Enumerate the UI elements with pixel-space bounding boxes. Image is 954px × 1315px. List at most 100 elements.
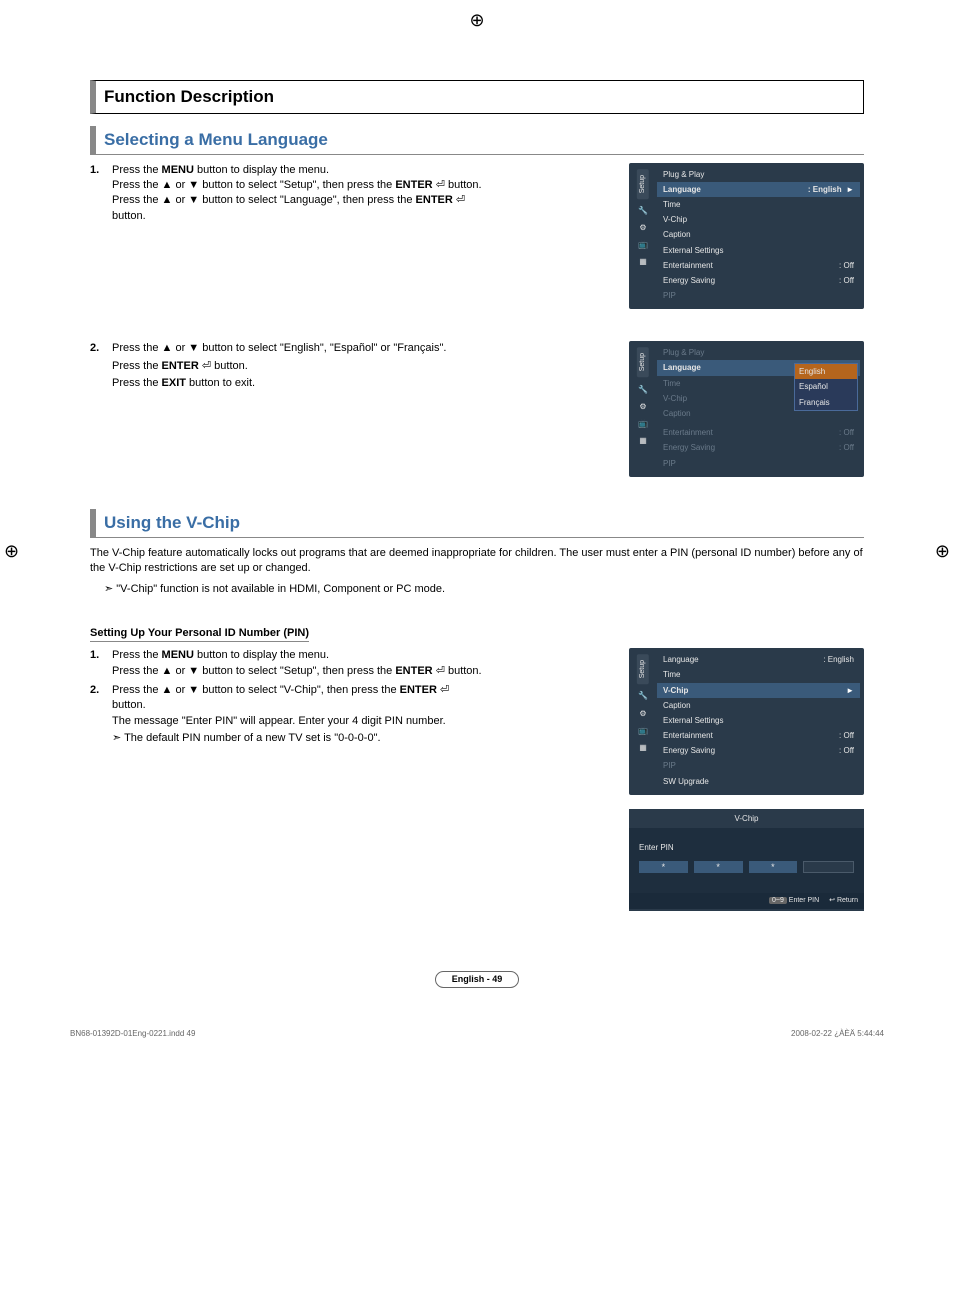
text: Press the bbox=[112, 649, 162, 661]
pin-panel-title: V-Chip bbox=[629, 809, 864, 828]
text: button to exit. bbox=[186, 377, 255, 389]
pin-input-fields: * * * bbox=[639, 861, 854, 873]
gear-icon: ⚙ bbox=[639, 708, 646, 719]
enter-icon: ⏎ bbox=[456, 194, 465, 206]
text: button. bbox=[211, 360, 248, 372]
app-icon: ▦ bbox=[639, 742, 647, 753]
block-select-language: 1. Press the MENU button to display the … bbox=[90, 163, 864, 324]
osd-value-entertainment: : Off bbox=[839, 260, 854, 271]
osd-item-external-settings: External Settings bbox=[663, 245, 723, 256]
enter-icon: ⏎ bbox=[440, 684, 449, 696]
text: button. bbox=[445, 665, 482, 677]
chevron-right-icon: ► bbox=[846, 185, 854, 194]
enter-button-label: ENTER bbox=[416, 194, 453, 206]
input-icon: 📺 bbox=[638, 239, 648, 250]
pin-hint-return: Return bbox=[837, 897, 858, 904]
text: Press the ▲ or ▼ button to select "Engli… bbox=[112, 342, 446, 354]
block-set-pin: 1. Press the MENU button to display the … bbox=[90, 648, 864, 911]
instructions-col: 2. Press the ▲ or ▼ button to select "En… bbox=[90, 341, 605, 491]
osd-item-time: Time bbox=[663, 378, 680, 389]
block-select-language-2: 2. Press the ▲ or ▼ button to select "En… bbox=[90, 341, 864, 491]
dropdown-option-espanol: Español bbox=[795, 379, 857, 394]
wrench-icon: 🔧 bbox=[638, 384, 648, 395]
app-icon: ▦ bbox=[639, 435, 647, 446]
osd-item-language: Language bbox=[663, 362, 701, 373]
osd-item-energy-saving: Energy Saving bbox=[663, 442, 715, 453]
gear-icon: ⚙ bbox=[639, 401, 646, 412]
enter-icon: ⏎ bbox=[436, 665, 445, 677]
text: button to display the menu. bbox=[194, 164, 329, 176]
text: Press the ▲ or ▼ button to select "Setup… bbox=[112, 665, 395, 677]
enter-icon: ⏎ bbox=[202, 360, 211, 372]
osd-tab-setup: Setup bbox=[637, 654, 649, 684]
step-1-text: Press the MENU button to display the men… bbox=[112, 163, 482, 225]
subsection-using-vchip: Using the V-Chip bbox=[90, 509, 864, 538]
wrench-icon: 🔧 bbox=[638, 690, 648, 701]
text: Press the bbox=[112, 164, 162, 176]
dropdown-option-francais: Français bbox=[795, 395, 857, 410]
dropdown-option-english: English bbox=[795, 364, 857, 379]
osd-value-energy: : Off bbox=[839, 745, 854, 756]
vchip-description: The V-Chip feature automatically locks o… bbox=[90, 546, 864, 577]
pin-enter-label: Enter PIN bbox=[639, 842, 854, 853]
menu-button-label: MENU bbox=[162, 164, 194, 176]
osd-tab-setup: Setup bbox=[637, 347, 649, 377]
doc-filename: BN68-01392D-01Eng-0221.indd 49 bbox=[70, 1028, 195, 1039]
return-icon: ↩ bbox=[829, 897, 835, 904]
vchip-note: "V-Chip" function is not available in HD… bbox=[104, 582, 864, 597]
text: button. bbox=[112, 699, 146, 711]
text: Press the ▲ or ▼ button to select "Setup… bbox=[112, 179, 395, 191]
osd-language-dropdown: English Español Français bbox=[794, 363, 858, 411]
osd-setup-menu-1: Setup 🔧 ⚙ 📺 ▦ Plug & Play Language: Engl… bbox=[629, 163, 864, 310]
text: button to display the menu. bbox=[194, 649, 329, 661]
osd-item-language: Language bbox=[663, 654, 699, 665]
app-icon: ▦ bbox=[639, 256, 647, 267]
crop-registration-icon: ⊕ bbox=[469, 8, 484, 33]
step-number: 2. bbox=[90, 341, 112, 391]
pin-default-note: The default PIN number of a new TV set i… bbox=[112, 731, 449, 746]
crop-registration-icon: ⊕ bbox=[935, 539, 950, 564]
enter-button-label: ENTER bbox=[395, 665, 432, 677]
osd-value-entertainment: : Off bbox=[839, 427, 854, 438]
osd-item-caption: Caption bbox=[663, 700, 691, 711]
section-header-function-description: Function Description bbox=[90, 80, 864, 114]
osd-col: Setup 🔧 ⚙ 📺 ▦ Language: English Time V-C… bbox=[629, 648, 864, 911]
osd-item-vchip: V-Chip bbox=[663, 393, 687, 404]
osd-item-entertainment: Entertainment bbox=[663, 260, 713, 271]
pin-digit-1: * bbox=[639, 861, 688, 873]
step-number: 1. bbox=[90, 648, 112, 679]
osd-item-energy-saving: Energy Saving bbox=[663, 745, 715, 756]
osd-item-time: Time bbox=[663, 199, 680, 210]
subsection-selecting-menu-language: Selecting a Menu Language bbox=[90, 126, 864, 155]
text: button. bbox=[112, 210, 146, 222]
osd-setup-menu-2: Setup 🔧 ⚙ 📺 ▦ Plug & Play Language Time … bbox=[629, 341, 864, 477]
pin-digit-2: * bbox=[694, 861, 743, 873]
pin-step-1-text: Press the MENU button to display the men… bbox=[112, 648, 482, 679]
pin-digit-3: * bbox=[749, 861, 798, 873]
osd-item-entertainment: Entertainment bbox=[663, 427, 713, 438]
step-number: 2. bbox=[90, 683, 112, 747]
text: Press the ▲ or ▼ button to select "Langu… bbox=[112, 194, 416, 206]
step-number: 1. bbox=[90, 163, 112, 225]
input-icon: 📺 bbox=[638, 725, 648, 736]
enter-button-label: ENTER bbox=[400, 684, 437, 696]
osd-item-sw-upgrade: SW Upgrade bbox=[663, 776, 709, 787]
pin-step-2-text: Press the ▲ or ▼ button to select "V-Chi… bbox=[112, 683, 449, 747]
osd-setup-menu-3: Setup 🔧 ⚙ 📺 ▦ Language: English Time V-C… bbox=[629, 648, 864, 795]
enter-button-label: ENTER bbox=[162, 360, 199, 372]
osd-value-language: : English bbox=[823, 654, 854, 665]
wrench-icon: 🔧 bbox=[638, 205, 648, 216]
osd-item-external-settings: External Settings bbox=[663, 715, 723, 726]
osd-value-language: : English bbox=[808, 185, 842, 194]
osd-item-caption: Caption bbox=[663, 408, 691, 419]
text: button. bbox=[445, 179, 482, 191]
osd-value-entertainment: : Off bbox=[839, 730, 854, 741]
pin-hint-badge: 0~9 bbox=[769, 897, 787, 904]
doc-timestamp: 2008-02-22 ¿ÀÈÄ 5:44:44 bbox=[791, 1028, 884, 1039]
osd-item-energy-saving: Energy Saving bbox=[663, 275, 715, 286]
text: Press the bbox=[112, 360, 162, 372]
menu-button-label: MENU bbox=[162, 649, 194, 661]
osd-item-pip: PIP bbox=[663, 760, 676, 771]
osd-item-vchip: V-Chip bbox=[663, 214, 687, 225]
instructions-col: 1. Press the MENU button to display the … bbox=[90, 163, 605, 324]
